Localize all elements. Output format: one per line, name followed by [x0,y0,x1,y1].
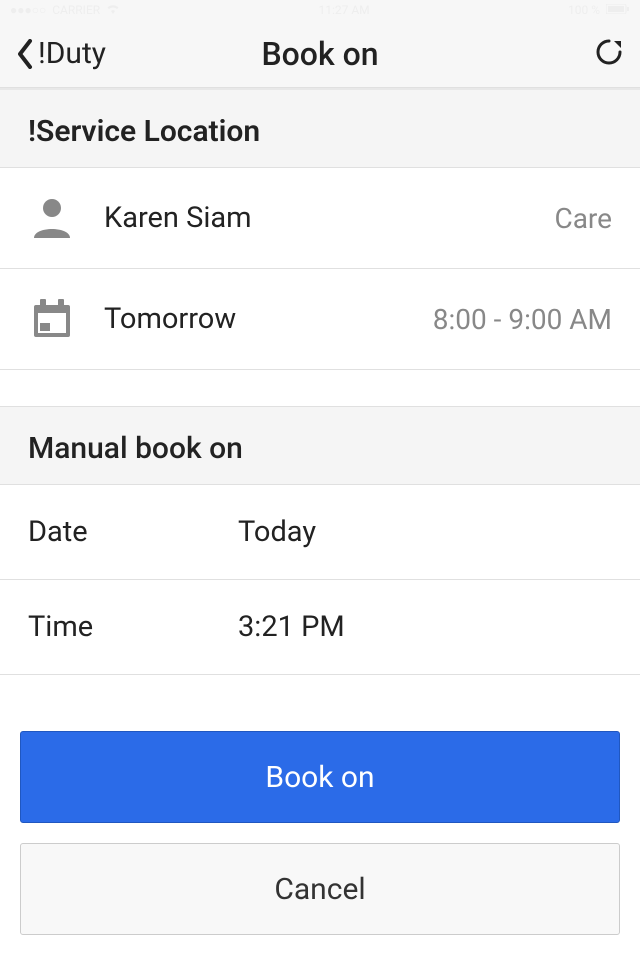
wifi-icon [106,3,120,17]
status-carrier: ●●●○○ CARRIER [10,3,120,17]
refresh-button[interactable] [594,37,624,71]
schedule-day: Tomorrow [104,302,433,336]
service-location-header: !Service Location [0,88,640,168]
chevron-left-icon [16,39,34,69]
time-label: Time [28,610,238,644]
back-label: !Duty [38,36,106,71]
status-battery: 100 % [568,3,630,17]
calendar-icon [28,295,76,343]
status-bar: ●●●○○ CARRIER 11:27 AM 100 % [0,0,640,20]
cancel-button[interactable]: Cancel [20,843,620,935]
page-title: Book on [261,35,378,73]
nav-bar: !Duty Book on [0,20,640,88]
status-time: 11:27 AM [318,3,369,17]
carrier-label: CARRIER [52,3,100,17]
button-area: Book on Cancel [0,675,640,935]
date-label: Date [28,515,238,549]
person-icon [28,194,76,242]
battery-icon [606,3,630,17]
schedule-row[interactable]: Tomorrow 8:00 - 9:00 AM [0,269,640,370]
signal-dots-icon: ●●●○○ [10,3,46,17]
schedule-time: 8:00 - 9:00 AM [433,303,612,336]
time-value: 3:21 PM [238,610,345,644]
person-name: Karen Siam [104,201,554,235]
back-button[interactable]: !Duty [16,36,106,71]
person-role: Care [554,202,612,235]
refresh-icon [594,37,624,67]
book-on-button[interactable]: Book on [20,731,620,823]
time-row[interactable]: Time 3:21 PM [0,580,640,675]
person-row[interactable]: Karen Siam Care [0,168,640,269]
battery-label: 100 % [568,3,600,17]
manual-book-header: Manual book on [0,406,640,485]
date-row[interactable]: Date Today [0,485,640,580]
date-value: Today [238,515,316,549]
spacer [0,370,640,406]
